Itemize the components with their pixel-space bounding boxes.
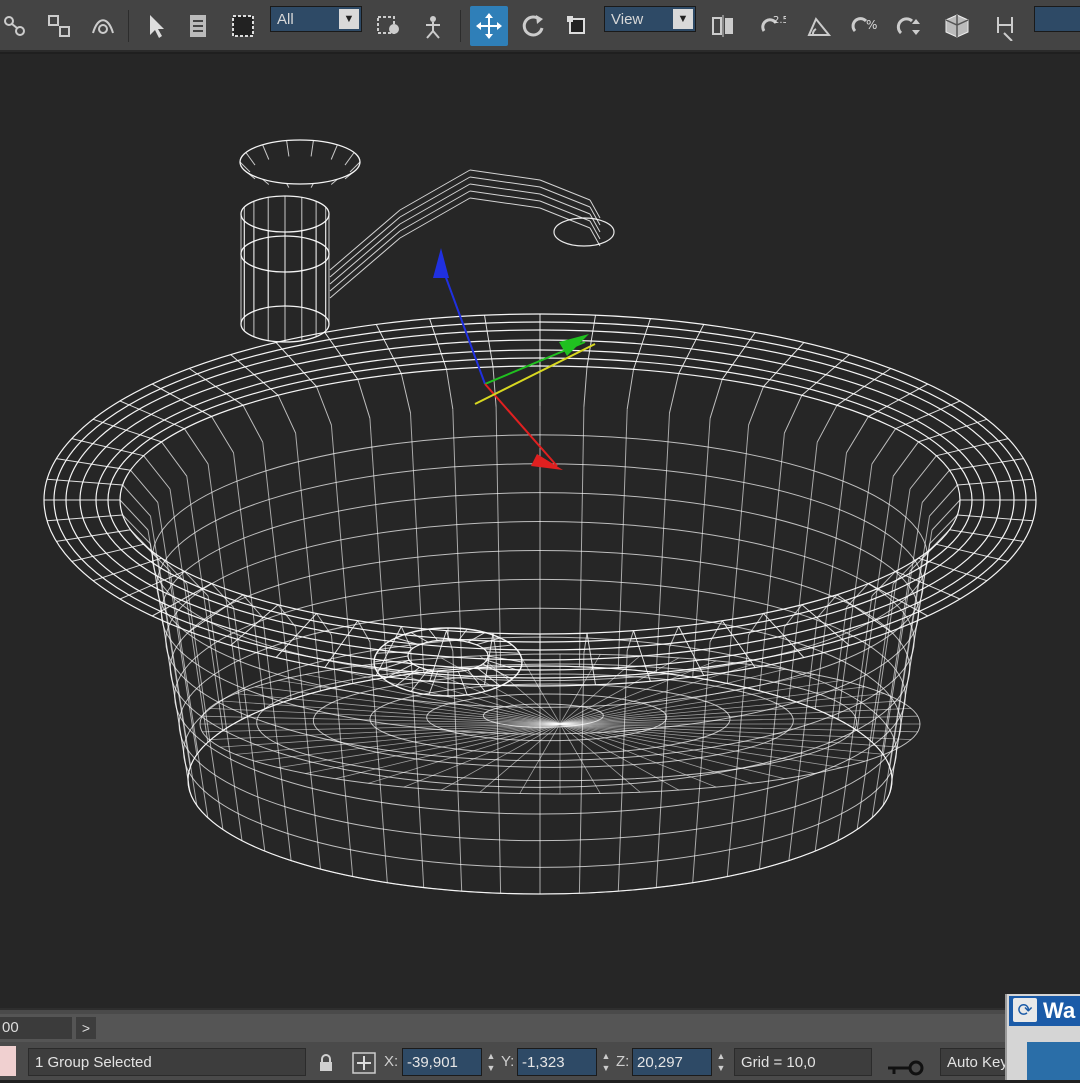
main-toolbar: All ▼ View ▼ 2.5 % [0, 0, 1080, 52]
unlink-icon[interactable] [40, 6, 78, 46]
link-icon[interactable] [0, 6, 34, 46]
angle-snap-icon[interactable] [800, 6, 838, 46]
use-pivot-center-icon[interactable] [704, 6, 742, 46]
y-label: Y: [501, 1053, 515, 1070]
perspective-viewport[interactable] [0, 54, 1080, 1008]
sink-wireframe-model[interactable] [0, 54, 1080, 1008]
y-spinner[interactable]: ▲ ▼ [599, 1050, 613, 1074]
floating-window-button[interactable] [1027, 1042, 1080, 1080]
auto-key-button[interactable]: Auto Key [940, 1048, 1008, 1076]
grid-size: Grid = 10,0 [734, 1048, 872, 1076]
selection-status: 1 Group Selected [28, 1048, 306, 1076]
svg-text:%: % [866, 18, 877, 32]
x-label: X: [384, 1053, 399, 1070]
selection-filter-dropdown[interactable]: All ▼ [270, 6, 362, 32]
selection-filter-value: All [277, 11, 294, 28]
select-by-name-icon[interactable] [180, 6, 218, 46]
named-selection-sets-field[interactable] [1034, 6, 1080, 32]
key-icon[interactable] [886, 1058, 926, 1083]
bind-space-warp-icon[interactable] [84, 6, 122, 46]
z-coordinate-field[interactable]: 20,297 [632, 1048, 712, 1076]
time-slider[interactable]: 00 > [0, 1014, 1005, 1042]
x-coordinate-field[interactable]: -39,901 [402, 1048, 482, 1076]
frame-counter: 00 [0, 1017, 72, 1039]
select-and-move-icon[interactable] [470, 6, 508, 46]
snaps-toggle-icon[interactable]: 2.5 [752, 6, 790, 46]
z-label: Z: [616, 1053, 630, 1070]
lock-icon[interactable] [318, 1054, 334, 1077]
next-frame-button[interactable]: > [76, 1017, 96, 1039]
spinner-snap-icon[interactable] [892, 6, 930, 46]
abc-icon[interactable] [986, 6, 1024, 46]
reference-coord-value: View [611, 11, 644, 28]
percent-snap-icon[interactable]: % [846, 6, 884, 46]
rectangular-selection-icon[interactable] [224, 6, 262, 46]
absolute-mode-icon[interactable] [352, 1052, 376, 1079]
select-and-rotate-icon[interactable] [514, 6, 552, 46]
z-spinner[interactable]: ▲ ▼ [714, 1050, 728, 1074]
select-and-scale-icon[interactable] [558, 6, 596, 46]
y-coordinate-field[interactable]: -1,323 [517, 1048, 597, 1076]
reference-coord-dropdown[interactable]: View ▼ [604, 6, 696, 32]
chevron-down-icon: ▼ [673, 9, 693, 29]
object-color-swatch[interactable] [0, 1046, 16, 1076]
select-region-icon[interactable] [370, 6, 408, 46]
select-object-icon[interactable] [136, 6, 174, 46]
snap-label: 2.5 [773, 15, 786, 26]
floating-window[interactable]: Wa ⟳ [1005, 994, 1080, 1080]
app-logo-icon: ⟳ [1013, 998, 1037, 1022]
chevron-down-icon: ▼ [339, 9, 359, 29]
status-bar: 00 > 1 Group Selected X: -39,901 ▲ ▼ Y: -… [0, 1008, 1080, 1080]
x-spinner[interactable]: ▲ ▼ [484, 1050, 498, 1074]
named-selection-icon[interactable] [938, 6, 976, 46]
window-crossing-icon[interactable] [414, 6, 452, 46]
